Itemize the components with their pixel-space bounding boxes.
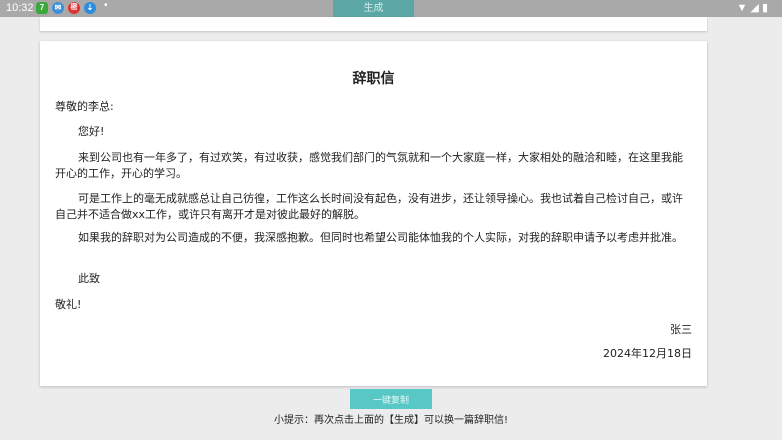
copy-button[interactable]: 一键复制	[350, 389, 432, 409]
status-right: ▼ ◢ ▮	[736, 1, 768, 14]
resignation-letter-card: 辞职信 尊敬的李总: 您好! 来到公司也有一年多了，有过欢笑，有过收获，感觉我们…	[40, 41, 707, 386]
signal-icon: ◢	[750, 2, 759, 14]
status-time: 10:32	[6, 2, 34, 14]
letter-date: 2024年12月18日	[603, 347, 692, 360]
battery-icon: ▮	[761, 2, 768, 14]
letter-signature: 张三	[670, 323, 692, 336]
letter-paragraph-1: 来到公司也有一年多了，有过欢笑，有过收获，感觉我们部门的气氛就和一个大家庭一样，…	[55, 151, 683, 180]
letter-paragraph-2: 可是工作上的毫无成就感总让自己彷徨，工作这么长时间没有起色，没有进步，还让领导操…	[55, 192, 683, 221]
more-notifications-icon: •	[104, 0, 108, 11]
generate-button[interactable]: 生成	[333, 0, 414, 18]
red-app-icon: 密	[68, 2, 80, 14]
letter-paragraph-3: 如果我的辞职对为公司造成的不便，我深感抱歉。但同时也希望公司能体恤我的个人实际，…	[78, 231, 683, 244]
wifi-icon: ▼	[736, 2, 748, 14]
chat-app-icon: ✉	[52, 2, 64, 14]
letter-closing-2: 敬礼!	[55, 298, 82, 311]
letter-title: 辞职信	[352, 71, 395, 87]
download-icon: ⇣	[84, 2, 96, 14]
letter-salutation: 尊敬的李总:	[55, 100, 114, 113]
letter-closing-1: 此致	[78, 272, 100, 285]
app-7-icon: 7	[36, 2, 48, 14]
previous-card	[40, 17, 707, 31]
tip-text: 小提示：再次点击上面的【生成】可以换一篇辞职信!	[273, 415, 508, 426]
letter-greeting: 您好!	[78, 125, 105, 138]
